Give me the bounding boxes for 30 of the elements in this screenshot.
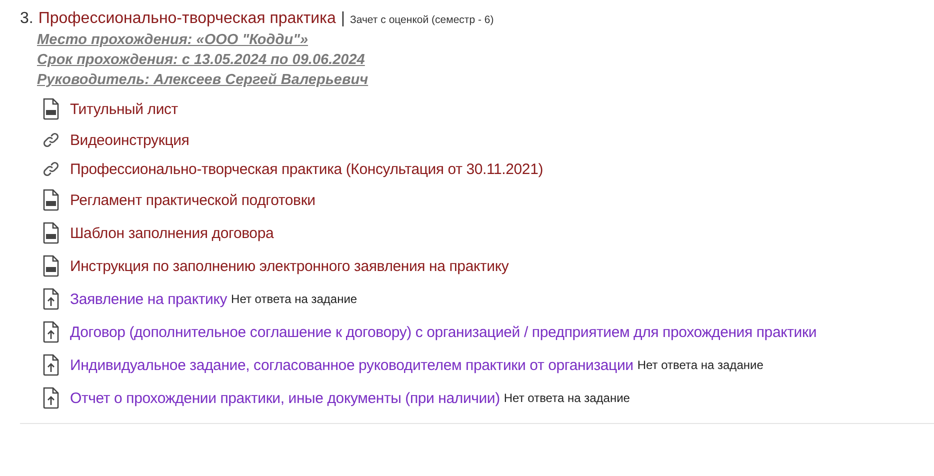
submission-status: Нет ответа на задание <box>637 358 764 372</box>
upload-file-icon <box>42 354 60 376</box>
resource-link[interactable]: Договор (дополнительное соглашение к договору) с организацией / предприятием для прохождения практики <box>70 324 817 340</box>
resource-link[interactable]: Отчет о прохождении практики, иные документы (при наличии) <box>70 390 500 406</box>
upload-file-icon <box>42 288 60 310</box>
link-icon <box>42 160 60 178</box>
practice-detail-link[interactable]: Руководитель: Алексеев Сергей Валерьевич <box>37 72 368 88</box>
assessment-type: Зачет с оценкой (семестр - 6) <box>350 14 494 26</box>
document-file-icon <box>42 255 60 277</box>
resource-link[interactable]: Регламент практической подготовки <box>70 192 316 208</box>
pdf-file-icon <box>42 98 60 120</box>
practice-detail-link[interactable]: Место прохождения: «ООО "Кодди"» <box>37 32 308 48</box>
practice-detail-link[interactable]: Срок прохождения: с 13.05.2024 по 09.06.2024 <box>37 52 365 68</box>
resource-link[interactable]: Видеоинструкция <box>70 132 190 148</box>
resource-link[interactable]: Титульный лист <box>70 100 178 118</box>
separator: | <box>340 10 346 28</box>
pdf-file-icon <box>42 222 60 244</box>
upload-file-icon <box>42 387 60 409</box>
section-number: 3. <box>20 10 34 28</box>
section-title: Профессионально-творческая практика <box>38 10 336 28</box>
resource-link[interactable]: Заявление на практику <box>70 290 228 308</box>
submission-status: Нет ответа на задание <box>504 391 630 405</box>
document-file-icon <box>42 189 60 211</box>
resource-link[interactable]: Индивидуальное задание, согласованное руководителем практики от организации <box>70 356 634 374</box>
link-icon <box>42 131 60 149</box>
upload-file-icon <box>42 321 60 343</box>
submission-status: Нет ответа на задание <box>231 292 358 306</box>
resource-link[interactable]: Профессионально-творческая практика (Консультация от 30.11.2021) <box>70 160 544 178</box>
resource-link[interactable]: Инструкция по заполнению электронного заявления на практику <box>70 258 509 274</box>
resource-link[interactable]: Шаблон заполнения договора <box>70 224 274 242</box>
